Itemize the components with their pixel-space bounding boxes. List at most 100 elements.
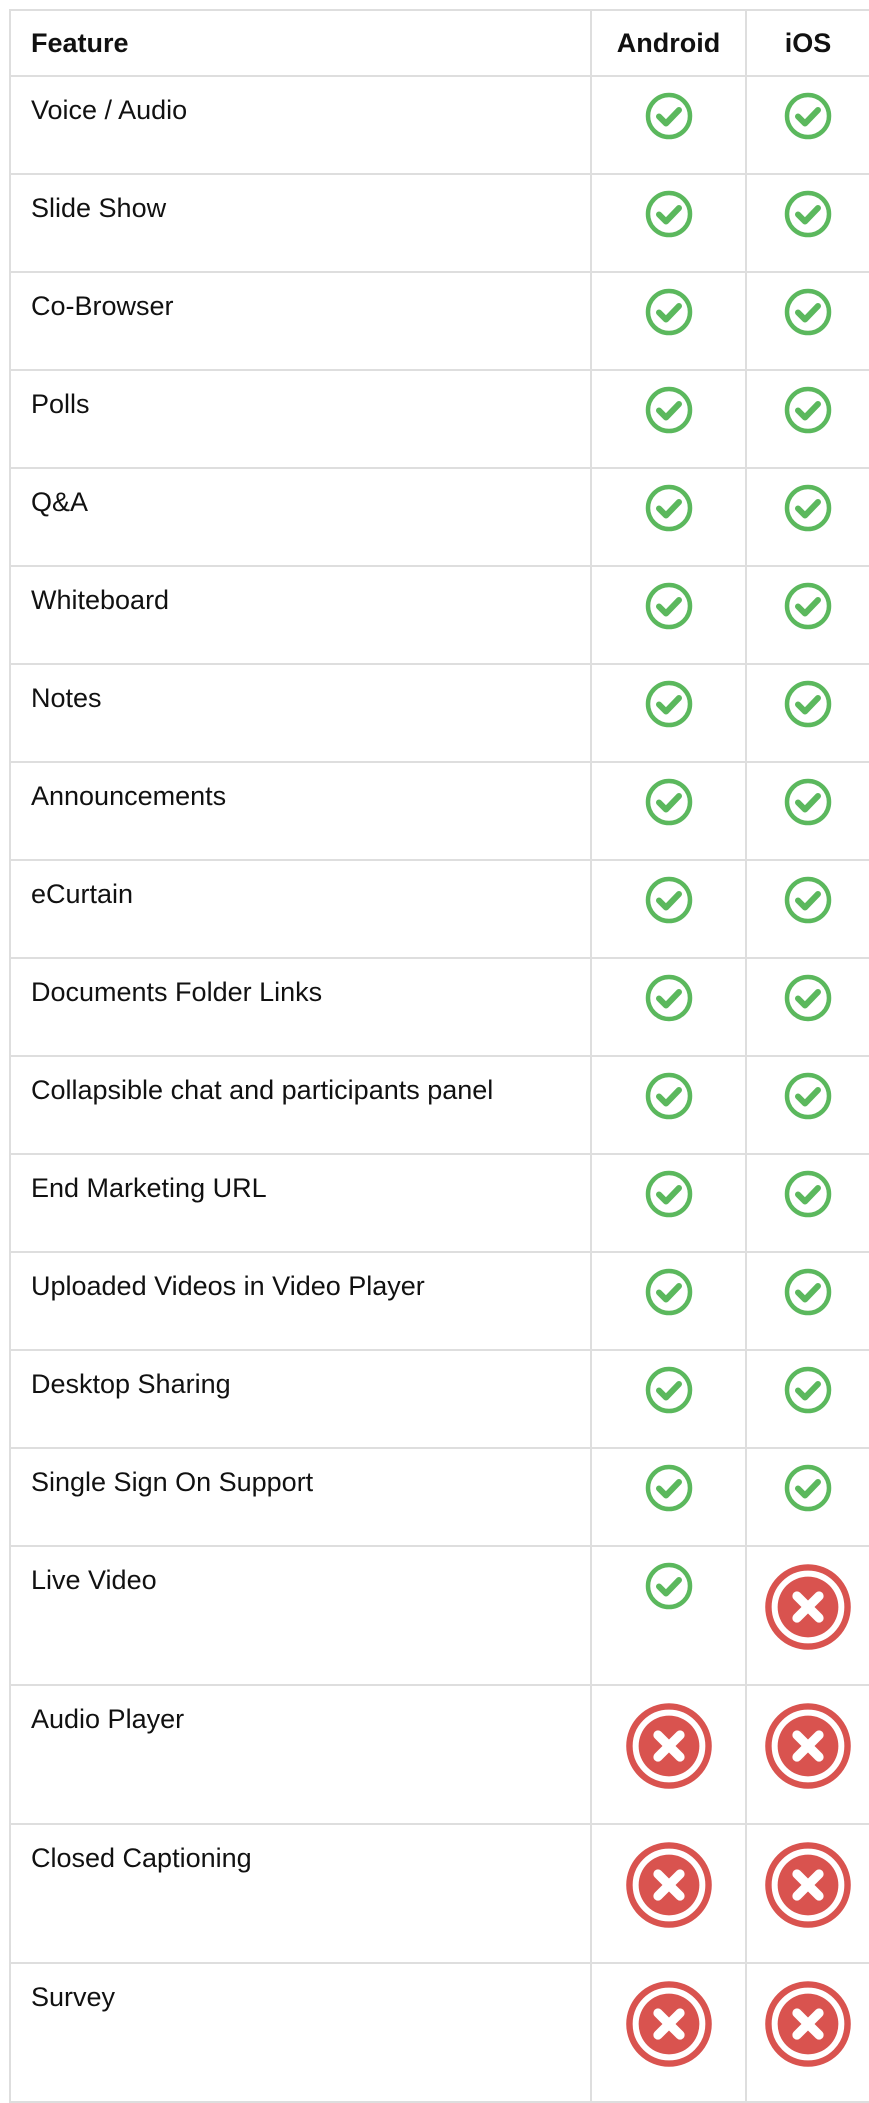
feature-name: Survey xyxy=(9,1962,592,2103)
android-status-cell xyxy=(590,271,747,371)
feature-name: Announcements xyxy=(9,761,592,861)
check-circle-icon xyxy=(645,974,692,1022)
check-circle-icon xyxy=(645,1464,692,1512)
check-circle-icon xyxy=(784,92,832,140)
check-circle-icon xyxy=(784,974,832,1022)
android-status-cell xyxy=(590,369,747,469)
check-circle-icon xyxy=(645,1562,692,1610)
android-status-cell xyxy=(590,1251,747,1351)
table-row: Whiteboard xyxy=(9,565,869,665)
android-status-cell xyxy=(590,957,747,1057)
ios-status-cell xyxy=(745,565,869,665)
check-circle-icon xyxy=(645,680,692,728)
x-circle-icon xyxy=(765,1564,851,1650)
feature-name: Audio Player xyxy=(9,1684,592,1825)
x-circle-icon xyxy=(765,1842,851,1928)
check-circle-icon xyxy=(645,92,692,140)
check-circle-icon xyxy=(784,876,832,924)
table-row: Q&A xyxy=(9,467,869,567)
ios-status-cell xyxy=(745,957,869,1057)
table-row: Notes xyxy=(9,663,869,763)
check-circle-icon xyxy=(645,778,692,826)
table-row: Uploaded Videos in Video Player xyxy=(9,1251,869,1351)
table-row: Desktop Sharing xyxy=(9,1349,869,1449)
check-circle-icon xyxy=(645,1072,692,1120)
check-circle-icon xyxy=(645,288,692,336)
check-circle-icon xyxy=(645,484,692,532)
table-body: Voice / Audio Slide Show Co-Browser Polls Q&… xyxy=(9,75,869,2103)
header-android: Android xyxy=(590,9,747,77)
table-row: End Marketing URL xyxy=(9,1153,869,1253)
check-circle-icon xyxy=(784,1072,832,1120)
android-status-cell xyxy=(590,761,747,861)
check-circle-icon xyxy=(645,1268,692,1316)
ios-status-cell xyxy=(745,663,869,763)
feature-name: Desktop Sharing xyxy=(9,1349,592,1449)
check-circle-icon xyxy=(645,190,692,238)
x-circle-icon xyxy=(625,1703,712,1789)
check-circle-icon xyxy=(645,582,692,630)
x-circle-icon xyxy=(765,1703,851,1789)
table-row: Survey xyxy=(9,1962,869,2103)
ios-status-cell xyxy=(745,271,869,371)
table-header-row: Feature Android iOS xyxy=(9,9,869,77)
check-circle-icon xyxy=(645,876,692,924)
ios-status-cell xyxy=(745,369,869,469)
check-circle-icon xyxy=(645,386,692,434)
ios-status-cell xyxy=(745,859,869,959)
android-status-cell xyxy=(590,1349,747,1449)
feature-name: Live Video xyxy=(9,1545,592,1686)
table-row: Single Sign On Support xyxy=(9,1447,869,1547)
feature-name: Co-Browser xyxy=(9,271,592,371)
android-status-cell xyxy=(590,1153,747,1253)
ios-status-cell xyxy=(745,1055,869,1155)
ios-status-cell xyxy=(745,1962,869,2103)
check-circle-icon xyxy=(784,386,832,434)
android-status-cell xyxy=(590,1823,747,1964)
table-row: eCurtain xyxy=(9,859,869,959)
android-status-cell xyxy=(590,1545,747,1686)
android-status-cell xyxy=(590,173,747,273)
check-circle-icon xyxy=(784,1366,832,1414)
android-status-cell xyxy=(590,75,747,175)
ios-status-cell xyxy=(745,1447,869,1547)
ios-status-cell xyxy=(745,1251,869,1351)
check-circle-icon xyxy=(784,190,832,238)
check-circle-icon xyxy=(784,582,832,630)
table-row: Closed Captioning xyxy=(9,1823,869,1964)
android-status-cell xyxy=(590,1055,747,1155)
check-circle-icon xyxy=(784,1464,832,1512)
android-status-cell xyxy=(590,1962,747,2103)
feature-name: Single Sign On Support xyxy=(9,1447,592,1547)
feature-name: Documents Folder Links xyxy=(9,957,592,1057)
android-status-cell xyxy=(590,467,747,567)
table-row: Slide Show xyxy=(9,173,869,273)
check-circle-icon xyxy=(784,1268,832,1316)
feature-name: Q&A xyxy=(9,467,592,567)
android-status-cell xyxy=(590,1447,747,1547)
feature-name: Slide Show xyxy=(9,173,592,273)
table-row: Audio Player xyxy=(9,1684,869,1825)
x-circle-icon xyxy=(765,1981,851,2067)
feature-name: End Marketing URL xyxy=(9,1153,592,1253)
table-row: Polls xyxy=(9,369,869,469)
check-circle-icon xyxy=(784,288,832,336)
header-feature: Feature xyxy=(9,9,592,77)
header-ios: iOS xyxy=(745,9,869,77)
ios-status-cell xyxy=(745,75,869,175)
check-circle-icon xyxy=(645,1170,692,1218)
feature-name: Uploaded Videos in Video Player xyxy=(9,1251,592,1351)
feature-name: Notes xyxy=(9,663,592,763)
android-status-cell xyxy=(590,565,747,665)
table-row: Announcements xyxy=(9,761,869,861)
x-circle-icon xyxy=(625,1842,712,1928)
table-row: Documents Folder Links xyxy=(9,957,869,1057)
feature-name: Polls xyxy=(9,369,592,469)
feature-name: eCurtain xyxy=(9,859,592,959)
ios-status-cell xyxy=(745,173,869,273)
check-circle-icon xyxy=(784,778,832,826)
ios-status-cell xyxy=(745,1545,869,1686)
table-row: Co-Browser xyxy=(9,271,869,371)
table-row: Live Video xyxy=(9,1545,869,1686)
feature-name: Collapsible chat and participants panel xyxy=(9,1055,592,1155)
